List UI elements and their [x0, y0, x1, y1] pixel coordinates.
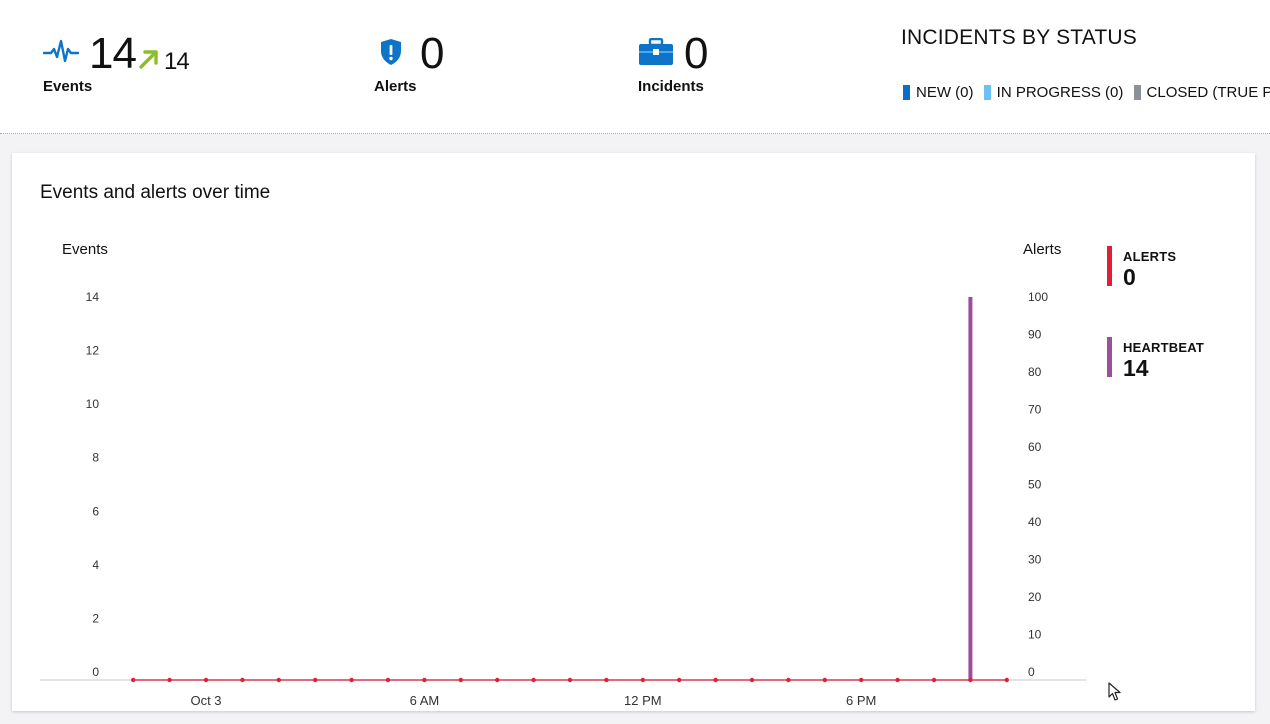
x-axis-tick-label: 6 AM — [410, 693, 440, 708]
x-axis-tick-label: Oct 3 — [190, 693, 221, 708]
left-axis-tick-label: 4 — [92, 558, 99, 572]
alerts-data-point — [822, 677, 827, 683]
left-axis-tick-label: 8 — [92, 451, 99, 465]
legend-heartbeat-name: HEARTBEAT — [1123, 340, 1204, 355]
alerts-data-point — [713, 677, 718, 683]
status-legend-item[interactable]: IN PROGRESS (0) — [983, 84, 1124, 101]
alerts-data-point — [349, 677, 354, 683]
alerts-data-point — [203, 677, 209, 683]
left-axis-tick-label: 0 — [92, 665, 99, 679]
right-axis-tick-label: 90 — [1028, 328, 1042, 342]
events-alerts-card: Events and alerts over time Events Alert… — [12, 153, 1255, 711]
status-legend-item[interactable]: CLOSED (TRUE POSITI — [1133, 84, 1270, 101]
right-axis-tick-label: 80 — [1028, 365, 1042, 379]
alerts-data-point — [422, 677, 427, 683]
status-legend-item[interactable]: NEW (0) — [903, 84, 974, 101]
right-axis-tick-label: 0 — [1028, 665, 1035, 679]
status-legend-label: NEW (0) — [916, 84, 974, 101]
status-swatch-closed — [1133, 85, 1141, 100]
right-axis-tick-label: 40 — [1028, 515, 1042, 529]
alerts-data-point — [1004, 677, 1009, 683]
alerts-data-point — [240, 677, 245, 683]
status-legend-label: IN PROGRESS (0) — [996, 84, 1124, 101]
x-axis-tick-label: 12 PM — [624, 693, 662, 708]
alerts-data-point — [567, 677, 573, 683]
left-axis-tick-label: 2 — [92, 611, 99, 625]
left-axis-tick-label: 12 — [86, 344, 100, 358]
right-axis-tick-label: 70 — [1028, 403, 1042, 417]
alerts-data-point — [385, 677, 391, 683]
mouse-pointer-icon — [1108, 682, 1121, 701]
events-count: 14 — [89, 29, 137, 78]
alerts-data-point — [859, 677, 864, 683]
alerts-data-point — [931, 677, 937, 683]
status-legend-label: CLOSED (TRUE POSITI — [1146, 84, 1270, 101]
alerts-data-point — [495, 677, 500, 683]
legend-alerts-value: 0 — [1123, 264, 1136, 290]
alerts-count: 0 — [420, 29, 445, 78]
right-axis-tick-label: 10 — [1028, 628, 1042, 642]
alerts-data-point — [276, 677, 281, 683]
alerts-data-point — [968, 677, 973, 683]
alerts-data-point — [313, 677, 318, 683]
shield-exclamation-icon — [381, 39, 401, 65]
incidents-label: Incidents — [638, 78, 704, 95]
alerts-data-point — [677, 677, 682, 683]
alerts-data-point — [895, 677, 900, 683]
briefcase-icon — [639, 38, 673, 65]
events-label: Events — [43, 78, 93, 95]
events-trend-value: 14 — [164, 48, 190, 75]
alerts-data-point — [131, 677, 136, 683]
incidents-status-legend: NEW (0) IN PROGRESS (0) CLOSED (TRUE POS… — [903, 84, 1270, 104]
legend-heartbeat-value: 14 — [1123, 355, 1149, 381]
legend-alerts-swatch — [1107, 246, 1112, 286]
alerts-data-point — [458, 677, 463, 683]
arrow-up-right-icon — [139, 50, 158, 69]
right-axis-tick-label: 50 — [1028, 478, 1042, 492]
alerts-data-point — [786, 677, 791, 683]
left-axis-tick-label: 6 — [92, 504, 99, 518]
right-axis-tick-label: 60 — [1028, 440, 1042, 454]
alerts-data-point — [640, 677, 645, 683]
legend-alerts-name: ALERTS — [1123, 249, 1177, 264]
incidents-by-status-title: INCIDENTS BY STATUS — [901, 26, 1137, 49]
right-axis-tick-label: 20 — [1028, 590, 1042, 604]
incidents-count: 0 — [684, 29, 709, 78]
legend-heartbeat-swatch — [1107, 337, 1112, 377]
alerts-data-point — [167, 677, 172, 683]
status-swatch-in-progress — [983, 85, 991, 100]
events-alerts-chart[interactable]: 0 2 4 6 8 10 12 14 0 10 20 30 40 50 60 70 80 90 100 Oct 3 6 … — [12, 153, 1102, 711]
alerts-label: Alerts — [374, 78, 417, 95]
alerts-data-point — [749, 677, 755, 683]
alerts-data-point — [531, 677, 536, 683]
heartbeat-pulse-icon — [43, 39, 79, 63]
left-axis-tick-label: 10 — [86, 397, 100, 411]
right-axis-tick-label: 30 — [1028, 553, 1042, 567]
status-swatch-new — [903, 85, 910, 100]
x-axis-tick-label: 6 PM — [846, 693, 876, 708]
alerts-data-point — [604, 677, 609, 683]
heartbeat-bar — [968, 297, 973, 680]
right-axis-tick-label: 100 — [1028, 290, 1048, 304]
left-axis-tick-label: 14 — [86, 290, 100, 304]
summary-bar: 14 14 Events 0 Alerts 0 Incidents INCIDE… — [0, 0, 1270, 134]
